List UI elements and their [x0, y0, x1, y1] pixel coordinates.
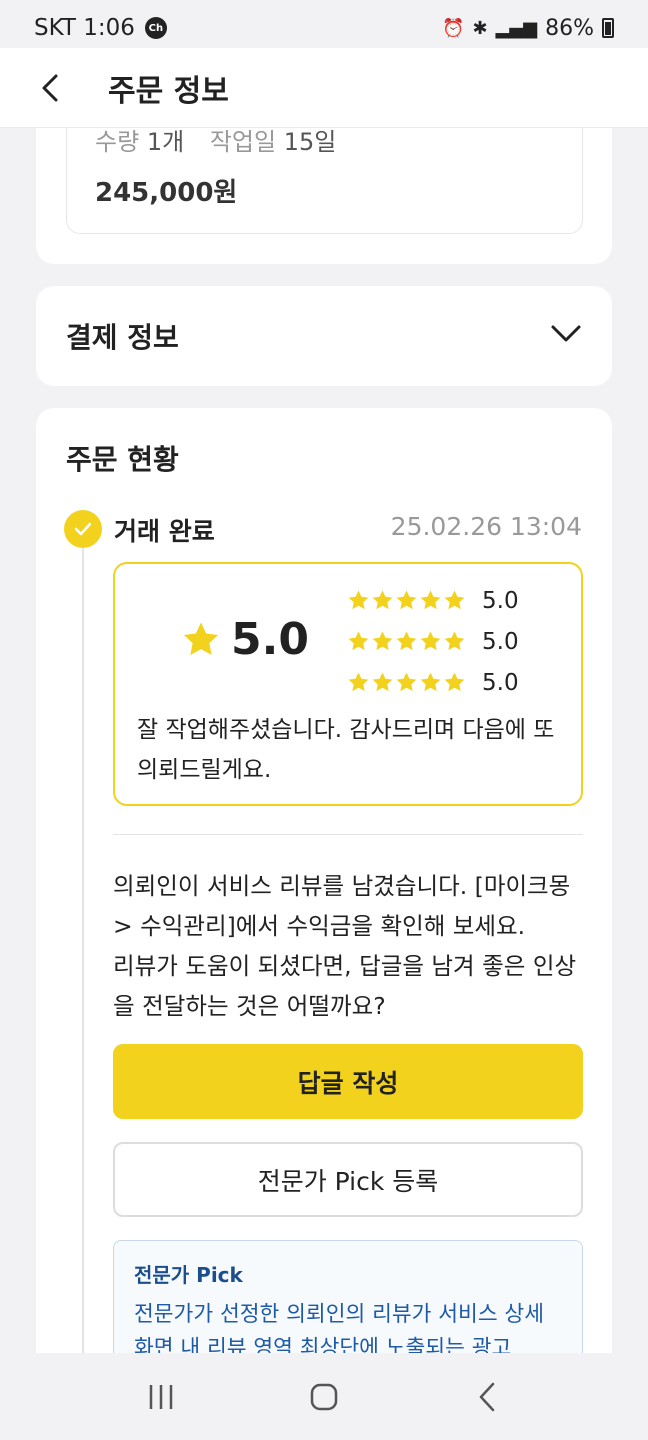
battery-percent: 86% — [545, 15, 594, 41]
star-icon — [420, 590, 441, 610]
divider — [113, 834, 583, 835]
star-icon — [444, 590, 465, 610]
rating-stars — [347, 589, 466, 612]
order-price: 245,000원 — [95, 178, 238, 208]
qty-value: 1개 — [146, 128, 185, 156]
carrier-time: SKT 1:06 — [34, 15, 135, 41]
rating-row: 5.0 — [347, 662, 519, 703]
home-icon — [310, 1383, 338, 1410]
star-icon — [372, 672, 393, 692]
work-label: 작업일 — [209, 128, 277, 156]
star-icon — [372, 590, 393, 610]
star-icon — [420, 672, 441, 692]
star-icon — [396, 631, 417, 651]
nav-back-icon — [479, 1382, 494, 1411]
star-icon — [348, 631, 369, 651]
order-status-card: 주문 현황 거래 완료 25.02.26 13:04 5.0 5.0 5.0 5.0… — [36, 408, 612, 1353]
order-summary-card: 수량 1개 작업일 15일 245,000원 — [36, 128, 612, 264]
alarm-icon: ⏰ — [442, 17, 465, 39]
recent-apps-button[interactable] — [121, 1367, 201, 1427]
expert-pick-info: 전문가 Pick 전문가가 선정한 의뢰인의 리뷰가 서비스 상세 화면 내 리… — [113, 1240, 583, 1353]
star-icon — [348, 672, 369, 692]
timeline-line — [82, 548, 84, 1353]
battery-icon — [602, 18, 614, 38]
signal-icon: ▂▄▆ — [495, 17, 538, 39]
expert-pick-register-button[interactable]: 전문가 Pick 등록 — [113, 1142, 583, 1217]
chat-notification-icon: Ch — [144, 17, 167, 39]
rating-rows: 5.0 5.0 5.0 — [347, 580, 519, 703]
recent-apps-icon — [150, 1384, 173, 1409]
expert-pick-info-text: 전문가가 선정한 의뢰인의 리뷰가 서비스 상세 화면 내 리뷰 영역 최상단에… — [134, 1302, 544, 1353]
rating-stars — [347, 630, 466, 653]
review-box: 5.0 5.0 5.0 5.0 잘 작업해주셨습니다. 감사드리며 다음에 또 의뢰… — [113, 562, 583, 806]
review-notice: 의뢰인이 서비스 리뷰를 남겼습니다. [마이크몽> 수익관리]에서 수익금을 … — [113, 872, 577, 1020]
order-status-title: 주문 현황 — [66, 443, 179, 476]
check-icon — [64, 510, 102, 548]
overall-rating: 5.0 — [181, 614, 309, 665]
chevron-down-icon — [550, 324, 582, 348]
overall-rating-value: 5.0 — [231, 614, 309, 665]
page-title: 주문 정보 — [108, 73, 229, 109]
system-nav-bar — [0, 1353, 648, 1440]
step-date: 25.02.26 13:04 — [390, 512, 582, 541]
rating-row: 5.0 — [347, 580, 519, 621]
step-label: 거래 완료 — [114, 517, 215, 546]
star-icon — [183, 622, 219, 655]
work-value: 15일 — [283, 128, 337, 156]
nav-back-button[interactable] — [447, 1367, 527, 1427]
rating-row: 5.0 — [347, 621, 519, 662]
app-header: 주문 정보 — [0, 48, 648, 128]
back-button[interactable] — [0, 48, 108, 128]
rating-value: 5.0 — [482, 628, 519, 655]
order-item-box: 수량 1개 작업일 15일 245,000원 — [66, 128, 583, 234]
rating-value: 5.0 — [482, 587, 519, 614]
star-icon — [396, 590, 417, 610]
star-icon — [444, 631, 465, 651]
qty-label: 수량 — [95, 128, 140, 156]
bluetooth-icon: ✱ — [472, 17, 488, 39]
rating-value: 5.0 — [482, 669, 519, 696]
rating-stars — [347, 671, 466, 694]
scroll-content[interactable]: 수량 1개 작업일 15일 245,000원 결제 정보 주문 현황 거래 완료… — [0, 128, 648, 1353]
order-qty-row: 수량 1개 작업일 15일 — [95, 128, 336, 157]
expert-pick-info-title: 전문가 Pick — [134, 1263, 243, 1287]
star-icon — [420, 631, 441, 651]
home-button[interactable] — [284, 1367, 364, 1427]
back-arrow-icon — [42, 74, 58, 101]
payment-info-toggle[interactable]: 결제 정보 — [36, 286, 612, 386]
payment-info-label: 결제 정보 — [66, 321, 179, 354]
review-text: 잘 작업해주셨습니다. 감사드리며 다음에 또 의뢰드릴게요. — [137, 717, 555, 783]
star-icon — [372, 631, 393, 651]
star-icon — [444, 672, 465, 692]
star-icon — [396, 672, 417, 692]
star-icon — [348, 590, 369, 610]
write-reply-button[interactable]: 답글 작성 — [113, 1044, 583, 1119]
